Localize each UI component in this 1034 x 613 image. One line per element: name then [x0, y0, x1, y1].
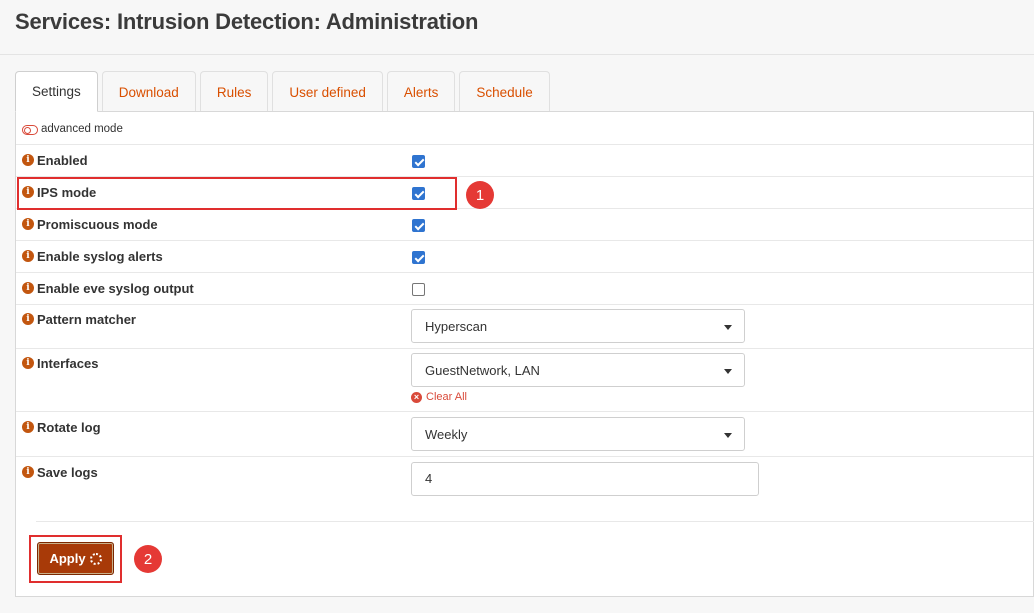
save-logs-label: Save logs — [37, 465, 98, 480]
setting-row-save-logs: i Save logs 4 — [16, 457, 1033, 521]
eve-syslog-label: Enable eve syslog output — [37, 281, 194, 296]
info-icon[interactable]: i — [22, 421, 34, 433]
info-icon[interactable]: i — [22, 282, 34, 294]
enabled-label: Enabled — [37, 153, 88, 168]
info-icon[interactable]: i — [22, 357, 34, 369]
tab-rules[interactable]: Rules — [199, 71, 269, 112]
footer-divider — [36, 521, 1034, 522]
setting-row-enabled: i Enabled — [16, 145, 1033, 177]
caret-down-icon — [724, 369, 732, 374]
info-icon[interactable]: i — [22, 313, 34, 325]
setting-row-syslog-alerts: i Enable syslog alerts — [16, 241, 1033, 273]
apply-highlight — [29, 535, 122, 583]
setting-row-rotate-log: i Rotate log Weekly — [16, 412, 1033, 457]
enabled-checkbox[interactable] — [412, 155, 425, 168]
rotate-log-value: Weekly — [425, 427, 468, 442]
setting-row-eve-syslog: i Enable eve syslog output — [16, 273, 1033, 305]
tab-user-defined[interactable]: User defined — [272, 71, 383, 112]
tab-schedule[interactable]: Schedule — [459, 71, 550, 112]
annotation-marker-2: 2 — [134, 545, 162, 573]
caret-down-icon — [724, 325, 732, 330]
page-title: Services: Intrusion Detection: Administr… — [15, 9, 479, 34]
setting-row-promiscuous-mode: i Promiscuous mode — [16, 209, 1033, 241]
promiscuous-mode-checkbox[interactable] — [412, 219, 425, 232]
promiscuous-mode-label: Promiscuous mode — [37, 217, 158, 232]
syslog-alerts-label: Enable syslog alerts — [37, 249, 163, 264]
annotation-marker-1: 1 — [466, 181, 494, 209]
remove-circle-icon: × — [411, 391, 422, 403]
tab-bar: Settings Download Rules User defined Ale… — [15, 71, 554, 112]
eve-syslog-checkbox[interactable] — [412, 283, 425, 296]
info-icon[interactable]: i — [22, 154, 34, 166]
tab-settings[interactable]: Settings — [15, 71, 98, 112]
syslog-alerts-checkbox[interactable] — [412, 251, 425, 264]
interfaces-select[interactable]: GuestNetwork, LAN — [411, 353, 745, 387]
setting-row-interfaces: i Interfaces GuestNetwork, LAN — [16, 349, 1033, 412]
tab-alerts[interactable]: Alerts — [386, 71, 456, 112]
clear-all-label: Clear All — [426, 391, 467, 403]
save-logs-input[interactable]: 4 — [411, 462, 759, 496]
rotate-log-select[interactable]: Weekly — [411, 417, 745, 451]
pattern-matcher-value: Hyperscan — [425, 319, 488, 334]
info-icon[interactable]: i — [22, 218, 34, 230]
tab-download[interactable]: Download — [101, 71, 196, 112]
pattern-matcher-select[interactable]: Hyperscan — [411, 309, 745, 343]
caret-down-icon — [724, 433, 732, 438]
clear-all-link[interactable]: × Clear All — [411, 391, 467, 403]
info-icon[interactable]: i — [22, 250, 34, 262]
toggle-icon[interactable] — [22, 125, 38, 135]
ips-mode-highlight — [17, 177, 457, 210]
info-icon[interactable]: i — [22, 466, 34, 478]
page-header: Services: Intrusion Detection: Administr… — [0, 0, 1034, 55]
advanced-mode-label: advanced mode — [41, 123, 123, 135]
pattern-matcher-label: Pattern matcher — [37, 312, 136, 327]
advanced-mode-toggle[interactable]: advanced mode — [16, 112, 1033, 145]
setting-row-pattern-matcher: i Pattern matcher Hyperscan — [16, 305, 1033, 349]
interfaces-value: GuestNetwork, LAN — [425, 363, 540, 378]
interfaces-label: Interfaces — [37, 356, 99, 371]
rotate-log-label: Rotate log — [37, 420, 101, 435]
